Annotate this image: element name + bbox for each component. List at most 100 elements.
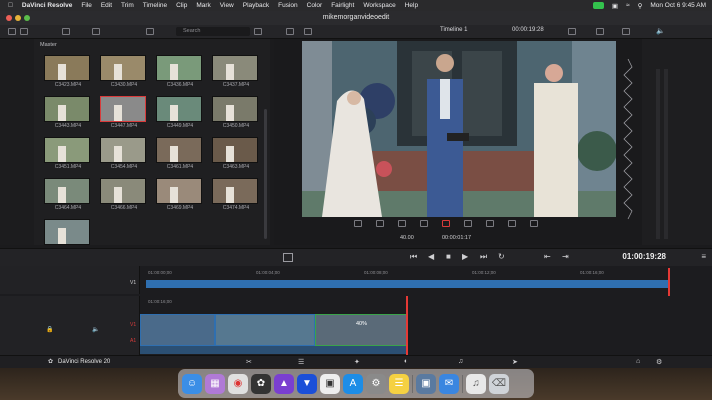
mail-icon[interactable]: ✉ [439, 373, 459, 394]
smart-reframe-icon[interactable] [508, 220, 516, 227]
duration-value[interactable]: 00:00:01:17 [442, 235, 471, 241]
screenshot-icon[interactable]: ▣ [320, 373, 340, 394]
sort-icon[interactable] [92, 28, 100, 35]
playhead[interactable] [406, 296, 408, 356]
media-clip[interactable]: C3454.MP4 [100, 137, 148, 173]
deliver-page-icon[interactable]: ➤ [512, 358, 518, 366]
overview-playhead[interactable] [668, 268, 670, 296]
media-clip[interactable]: C3466.MP4 [100, 178, 148, 214]
davinci-resolve-icon[interactable]: ✿ [251, 373, 271, 394]
menu-file[interactable]: File [81, 2, 91, 9]
lock-icon[interactable]: 🔒 [46, 326, 53, 333]
menu-color[interactable]: Color [307, 2, 323, 9]
media-clip[interactable]: C3451.MP4 [44, 137, 92, 173]
affinity-icon[interactable]: ▲ [274, 373, 294, 394]
finder-icon[interactable]: ☺ [182, 373, 202, 394]
menu-fairlight[interactable]: Fairlight [331, 2, 354, 9]
viewer-options-icon[interactable] [568, 28, 576, 35]
chrome-icon[interactable]: ◉ [228, 373, 248, 394]
speed-icon[interactable] [442, 220, 450, 227]
audio-clip[interactable] [140, 346, 407, 354]
list-view-icon[interactable] [62, 28, 70, 35]
timeline-options-icon[interactable]: ≡ [701, 252, 706, 261]
search-menubar-icon[interactable]: ⚲ [638, 2, 643, 10]
go-to-end-button[interactable]: ⏭ [480, 252, 487, 262]
control-center-icon[interactable]: ▣ [612, 2, 618, 10]
viewer-mode-icon[interactable] [286, 28, 294, 35]
media-clip[interactable]: C3443.MP4 [44, 96, 92, 132]
menu-playback[interactable]: Playback [243, 2, 269, 9]
menu-fusion[interactable]: Fusion [278, 2, 298, 9]
proton-vpn-icon[interactable]: ▼ [297, 373, 317, 394]
overview-clip-track[interactable] [146, 280, 670, 288]
wifi-icon[interactable]: ≈ [626, 2, 630, 9]
face-icon[interactable] [486, 220, 494, 227]
annotation-icon[interactable] [464, 220, 472, 227]
media-pool-scrollbar[interactable] [264, 109, 267, 239]
edit-page-icon[interactable]: ☰ [298, 358, 304, 366]
media-clip[interactable]: C3474.MP4 [212, 178, 260, 214]
timeline-clip[interactable] [140, 314, 215, 346]
launchpad-icon[interactable]: ▦ [205, 373, 225, 394]
play-button[interactable]: ▶ [462, 252, 468, 261]
previous-edit-button[interactable]: ⇤ [544, 252, 551, 261]
media-clip[interactable]: C3430.MP4 [100, 55, 148, 91]
grid-view-icon[interactable] [146, 28, 154, 35]
timeline-selector[interactable]: Timeline 1 [440, 27, 467, 33]
go-to-start-button[interactable]: ⏮ [410, 252, 417, 262]
media-clip[interactable]: C3450.MP4 [212, 96, 260, 132]
media-clip[interactable]: C3464.MP4 [44, 178, 92, 214]
open-fx-icon[interactable] [420, 220, 428, 227]
dynamic-zoom-icon[interactable] [398, 220, 406, 227]
timeline-clip-selected[interactable]: 40% [315, 314, 407, 346]
inspector-icon[interactable] [596, 28, 604, 35]
menu-mark[interactable]: Mark [196, 2, 210, 9]
fusion-page-icon[interactable]: ✦ [354, 358, 360, 366]
transform-icon[interactable] [354, 220, 362, 227]
apple-icon[interactable]:  [8, 2, 13, 9]
timeline-clip[interactable] [215, 314, 315, 346]
notes-icon[interactable]: ☰ [389, 373, 409, 394]
preview-icon[interactable]: ▣ [416, 373, 436, 394]
more-options-icon[interactable] [254, 28, 262, 35]
media-clip[interactable]: C3437.MP4 [212, 55, 260, 91]
datetime[interactable]: Mon Oct 6 9:45 AM [650, 2, 706, 9]
menu-help[interactable]: Help [405, 2, 418, 9]
settings-gear-icon[interactable]: ⚙ [656, 358, 662, 366]
search-input[interactable]: Search [176, 27, 250, 36]
menu-trim[interactable]: Trim [121, 2, 134, 9]
home-icon[interactable]: ⌂ [636, 358, 640, 365]
effects-toggle-icon[interactable] [20, 28, 28, 35]
system-settings-icon[interactable]: ⚙ [366, 373, 386, 394]
media-clip[interactable]: C3463.MP4 [212, 137, 260, 173]
metadata-icon[interactable] [622, 28, 630, 35]
music-icon[interactable]: ♫ [466, 373, 486, 394]
audio-meter-icon[interactable]: 🔈 [656, 27, 665, 35]
stop-button[interactable]: ■ [446, 252, 451, 261]
minimize-window-button[interactable] [15, 15, 21, 21]
cut-page-icon[interactable]: ✂ [246, 358, 252, 366]
viewer-layout-icon[interactable] [304, 28, 312, 35]
menu-workspace[interactable]: Workspace [363, 2, 395, 9]
app-store-icon[interactable]: A [343, 373, 363, 394]
menu-app-name[interactable]: DaVinci Resolve [22, 2, 72, 9]
menu-timeline[interactable]: Timeline [143, 2, 167, 9]
fairlight-page-icon[interactable]: ♫ [458, 358, 463, 365]
media-clip[interactable]: C3447.MP4 [100, 96, 148, 132]
zoom-value[interactable]: 40.00 [400, 235, 414, 241]
edit-mode-icon[interactable] [283, 253, 293, 262]
speaker-icon[interactable]: 🔈 [92, 326, 99, 333]
menu-clip[interactable]: Clip [176, 2, 187, 9]
menu-view[interactable]: View [220, 2, 234, 9]
menu-edit[interactable]: Edit [101, 2, 112, 9]
audio-icon[interactable] [530, 220, 538, 227]
next-edit-button[interactable]: ⇥ [562, 252, 569, 261]
close-window-button[interactable] [6, 15, 12, 21]
loop-button[interactable]: ↻ [498, 252, 505, 261]
play-reverse-button[interactable]: ◀ [428, 252, 434, 261]
media-clip[interactable]: C3461.MP4 [156, 137, 204, 173]
color-page-icon[interactable]: ◐ [404, 358, 408, 365]
media-clip[interactable]: C3449.MP4 [156, 96, 204, 132]
zoom-window-button[interactable] [24, 15, 30, 21]
media-clip[interactable]: C3436.MP4 [156, 55, 204, 91]
